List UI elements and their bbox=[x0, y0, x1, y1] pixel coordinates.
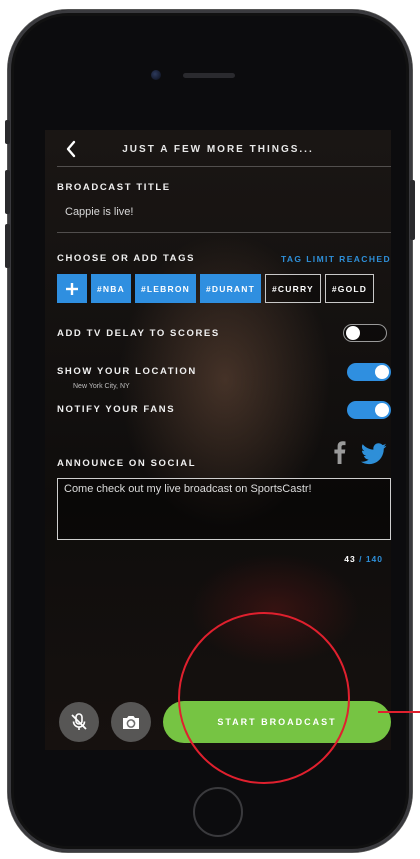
character-limit: 140 bbox=[365, 554, 383, 564]
tag-limit-notice: TAG LIMIT REACHED bbox=[280, 254, 391, 264]
phone-frame: JUST A FEW MORE THINGS... BROADCAST TITL… bbox=[5, 10, 415, 852]
character-count: 43 bbox=[344, 554, 356, 564]
location-label: SHOW YOUR LOCATION bbox=[57, 366, 197, 377]
facebook-icon[interactable] bbox=[332, 440, 346, 464]
microphone-muted-icon bbox=[71, 713, 87, 730]
tag-chip[interactable]: #NBA bbox=[91, 274, 131, 303]
power-button bbox=[410, 180, 415, 240]
notify-fans-toggle[interactable] bbox=[347, 401, 391, 419]
volume-up-button bbox=[5, 170, 10, 214]
tv-delay-toggle[interactable] bbox=[343, 324, 387, 342]
front-camera bbox=[151, 70, 161, 80]
earpiece-speaker bbox=[183, 73, 235, 78]
broadcast-title-input[interactable]: Cappie is live! bbox=[65, 206, 375, 218]
tag-chip[interactable]: #DURANT bbox=[199, 274, 261, 303]
toggle-knob bbox=[375, 403, 389, 417]
location-value: New York City, NY bbox=[73, 383, 130, 390]
character-counter: 43 / 140 bbox=[344, 554, 383, 564]
volume-down-button bbox=[5, 224, 10, 268]
counter-separator: / bbox=[355, 554, 366, 564]
twitter-icon[interactable] bbox=[361, 443, 387, 465]
home-button[interactable] bbox=[193, 787, 243, 837]
toggle-knob bbox=[346, 325, 360, 340]
mute-button[interactable] bbox=[59, 702, 99, 742]
tag-list: #NBA #LEBRON #DURANT #CURRY #GOLD bbox=[57, 274, 391, 303]
camera-switch-icon bbox=[123, 716, 139, 729]
plus-icon bbox=[66, 282, 78, 295]
header-divider bbox=[57, 166, 391, 167]
social-message-input[interactable]: Come check out my live broadcast on Spor… bbox=[57, 478, 391, 540]
tag-chip[interactable]: #LEBRON bbox=[134, 274, 196, 303]
app-screen: JUST A FEW MORE THINGS... BROADCAST TITL… bbox=[45, 130, 391, 750]
title-underline bbox=[57, 232, 391, 233]
notify-fans-label: NOTIFY YOUR FANS bbox=[57, 404, 176, 415]
tags-label: CHOOSE OR ADD TAGS bbox=[57, 253, 196, 264]
tag-chip[interactable]: #CURRY bbox=[265, 274, 321, 303]
announce-social-label: ANNOUNCE ON SOCIAL bbox=[57, 458, 197, 469]
start-broadcast-label: START BROADCAST bbox=[217, 717, 337, 727]
tv-delay-label: ADD TV DELAY TO SCORES bbox=[57, 328, 220, 339]
silent-switch bbox=[5, 120, 10, 144]
start-broadcast-button[interactable]: START BROADCAST bbox=[163, 701, 391, 743]
broadcast-title-label: BROADCAST TITLE bbox=[57, 182, 171, 193]
switch-camera-button[interactable] bbox=[111, 702, 151, 742]
toggle-knob bbox=[375, 365, 389, 379]
add-tag-button[interactable] bbox=[57, 274, 87, 303]
tag-chip[interactable]: #GOLD bbox=[324, 274, 375, 303]
page-title: JUST A FEW MORE THINGS... bbox=[122, 144, 314, 155]
location-toggle[interactable] bbox=[347, 363, 391, 381]
